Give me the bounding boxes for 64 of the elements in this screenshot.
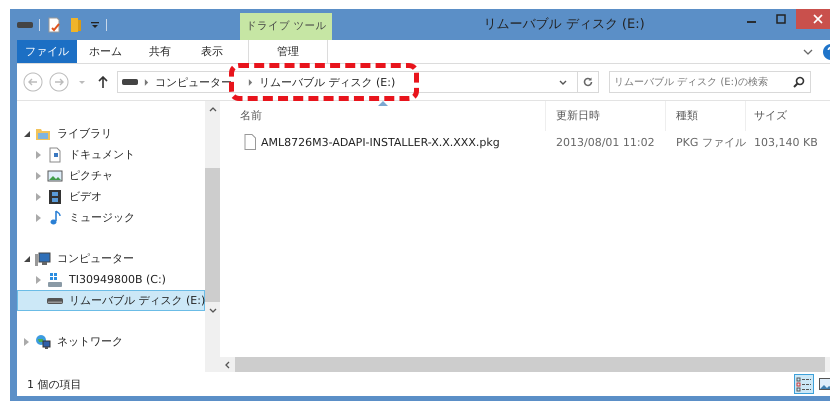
scroll-left-icon[interactable] <box>225 360 230 368</box>
ribbon-tab[interactable]: 管理 <box>248 40 328 63</box>
table-cell: AML8726M3-ADAPI-INSTALLER-X.X.XXX.pkg <box>261 136 500 148</box>
context-tab-header: ドライブ ツール <box>240 13 332 40</box>
tree-item[interactable]: TI30949800B (C:) <box>17 269 205 290</box>
vertical-scrollbar[interactable] <box>205 101 220 372</box>
column-header[interactable]: 更新日時 <box>546 101 666 131</box>
scroll-up-icon[interactable] <box>208 107 216 112</box>
network-icon <box>35 334 51 350</box>
ribbon-tab[interactable]: 共有 <box>134 40 186 63</box>
up-arrow-icon[interactable] <box>97 75 109 89</box>
ribbon-tab[interactable]: ファイル <box>17 40 77 63</box>
properties-icon[interactable] <box>46 16 62 32</box>
collapsed-triangle-icon[interactable] <box>36 150 41 158</box>
column-header[interactable]: サイズ <box>746 101 826 131</box>
drive-icon <box>47 298 63 304</box>
tree-item[interactable]: ピクチャ <box>17 165 205 186</box>
search-field[interactable]: リムーバブル ディスク (E:)の検索 <box>609 71 811 93</box>
expanded-triangle-icon[interactable] <box>24 130 30 136</box>
window-title: リムーバブル ディスク (E:) <box>482 16 646 34</box>
tree-item[interactable]: ミュージック <box>17 207 205 228</box>
ribbon-tab[interactable]: ホーム <box>77 40 134 63</box>
drive-icon <box>122 79 138 85</box>
breadcrumb[interactable]: リムーバブル ディスク (E:) <box>259 74 396 90</box>
close-icon <box>813 14 823 24</box>
collapsed-triangle-icon[interactable] <box>36 192 41 200</box>
tree-item[interactable]: ネットワーク <box>17 331 205 352</box>
maximize-icon <box>776 14 786 24</box>
document-icon <box>47 146 63 162</box>
tree-item[interactable]: ビデオ <box>17 186 205 207</box>
status-text: 1 個の項目 <box>27 376 82 392</box>
search-icon[interactable] <box>793 76 805 88</box>
tree-item[interactable]: コンピューター <box>17 248 205 269</box>
horizontal-scrollbar[interactable] <box>220 357 830 372</box>
collapsed-triangle-icon[interactable] <box>36 276 41 284</box>
collapsed-triangle-icon[interactable] <box>36 214 41 222</box>
film-icon <box>47 188 63 204</box>
table-cell: 103,140 KB <box>754 136 818 148</box>
file-icon <box>244 134 256 150</box>
computer-icon <box>35 250 51 266</box>
drive-icon[interactable] <box>17 22 33 28</box>
dropdown-icon[interactable] <box>559 80 567 84</box>
table-cell: PKG ファイル <box>676 134 746 150</box>
details-view-button[interactable] <box>794 374 814 394</box>
breadcrumb-arrow-icon[interactable] <box>248 78 253 86</box>
refresh-icon <box>582 76 594 88</box>
ribbon-tab[interactable]: 表示 <box>186 40 238 63</box>
close-button[interactable] <box>796 9 830 29</box>
minimize-icon <box>746 21 756 23</box>
tree-item[interactable]: ドキュメント <box>17 144 205 165</box>
details-view-icon <box>796 376 812 392</box>
collapsed-triangle-icon[interactable] <box>36 172 41 180</box>
column-header[interactable]: 種類 <box>666 101 746 131</box>
column-header[interactable]: 名前 <box>220 101 546 131</box>
tree-item[interactable]: リムーバブル ディスク (E:) <box>17 290 205 311</box>
scroll-down-icon[interactable] <box>208 308 216 313</box>
tree-item[interactable]: ライブラリ <box>17 123 205 144</box>
picture-icon <box>47 168 63 184</box>
breadcrumb-arrow-icon[interactable] <box>144 78 149 86</box>
drive-icon <box>47 272 63 288</box>
expand-ribbon-icon[interactable] <box>803 48 813 54</box>
table-cell: 2013/08/01 11:02 <box>556 136 655 148</box>
dropdown-icon[interactable] <box>90 20 100 30</box>
collapsed-triangle-icon[interactable] <box>24 338 29 346</box>
